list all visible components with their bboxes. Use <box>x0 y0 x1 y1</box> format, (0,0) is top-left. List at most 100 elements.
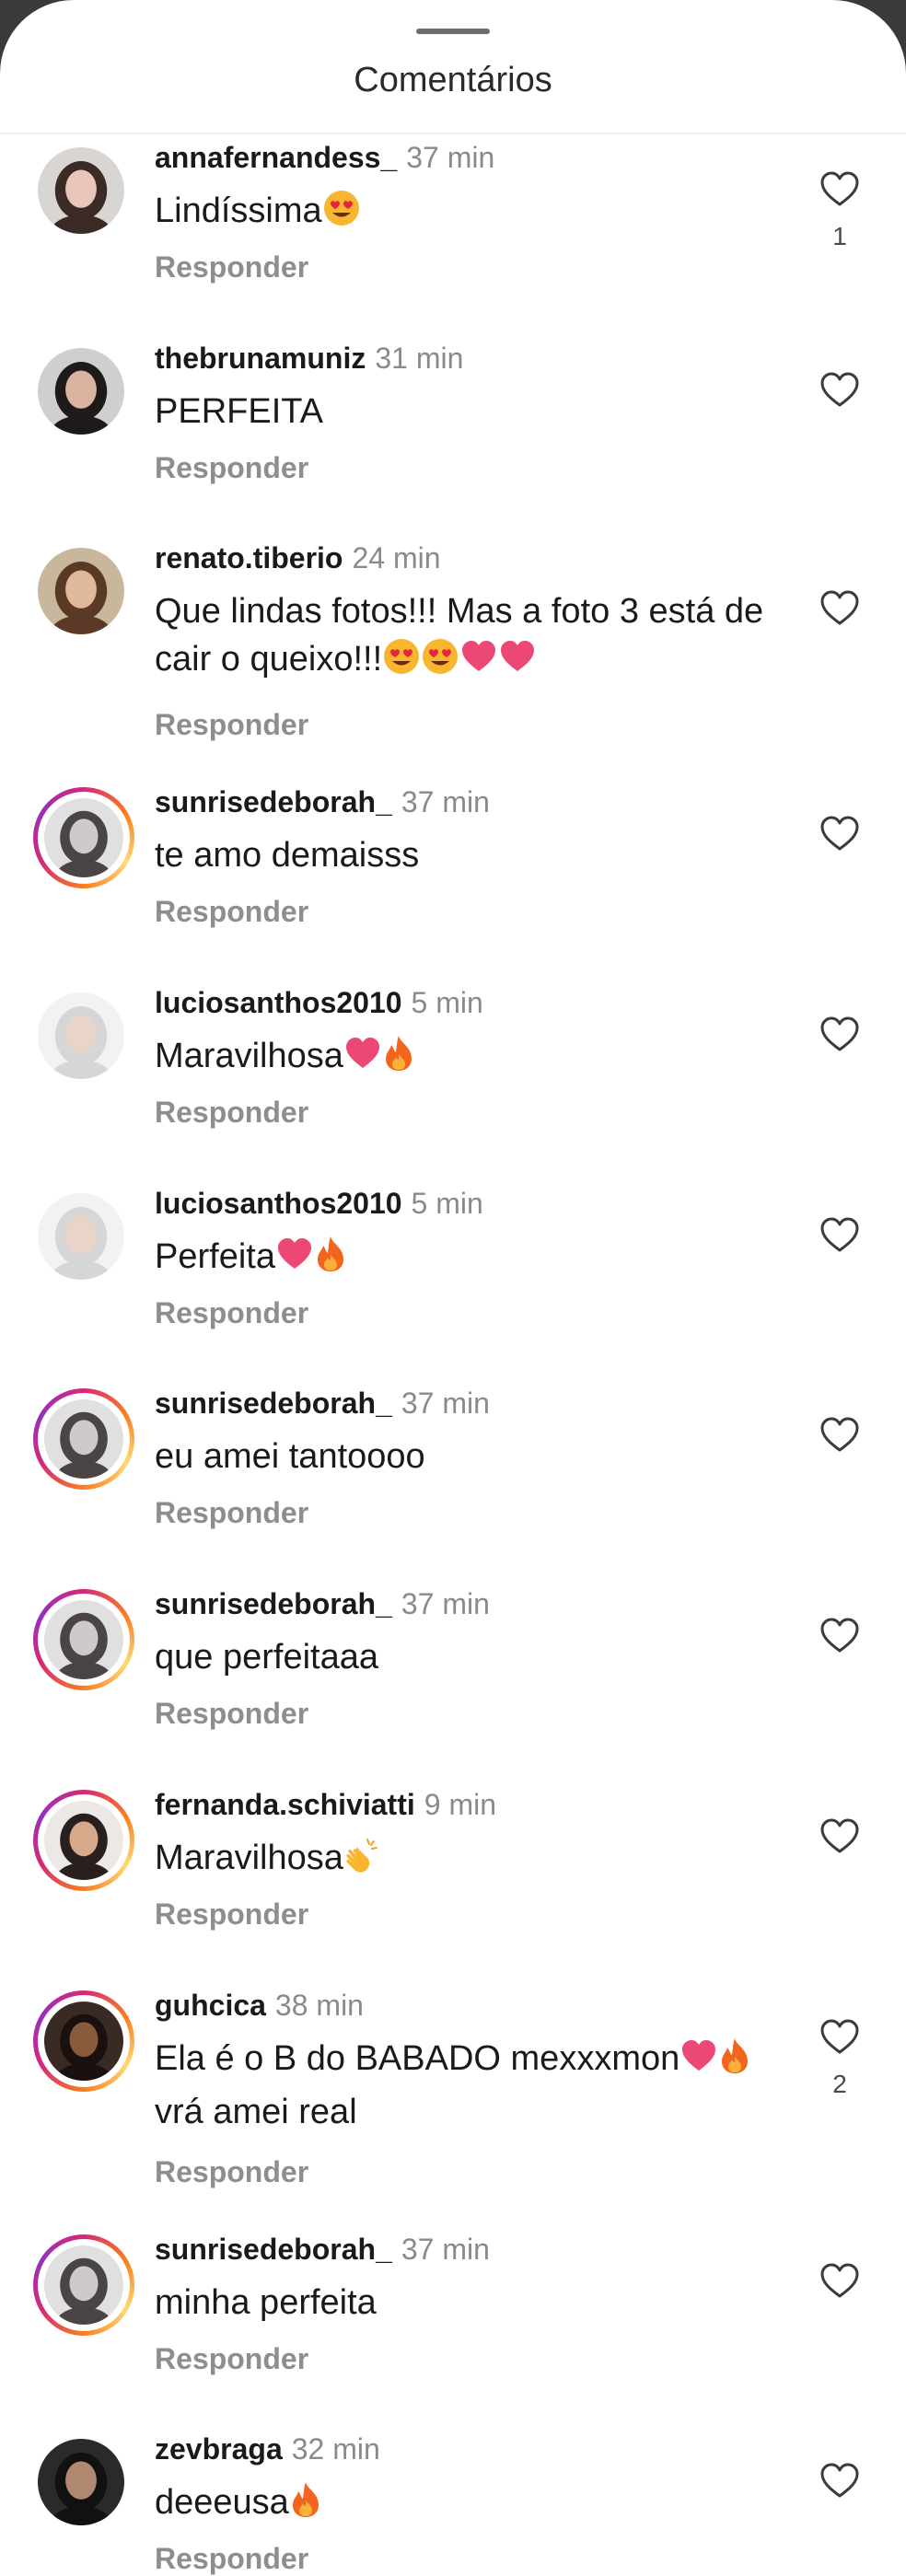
reply-button[interactable]: Responder <box>155 1496 308 1530</box>
comment-item: sunrisedeborah_ 37 min que perfeitaaa Respo… <box>0 1587 906 1773</box>
reply-button[interactable]: Responder <box>155 1897 308 1932</box>
like-heart-icon[interactable] <box>819 2262 860 2299</box>
like-heart-icon[interactable] <box>819 815 860 852</box>
reply-button[interactable]: Responder <box>155 451 308 485</box>
timestamp: 37 min <box>406 141 495 174</box>
timestamp: 37 min <box>401 2233 490 2266</box>
comment-text: minha perfeita <box>155 2279 790 2327</box>
username[interactable]: thebrunamuniz <box>155 342 366 375</box>
avatar-story-ring[interactable] <box>33 1589 134 1690</box>
like-heart-icon[interactable] <box>819 2462 860 2499</box>
avatar-story-ring[interactable] <box>33 787 134 888</box>
comment-body: te amo demaisss <box>155 836 420 875</box>
username[interactable]: renato.tiberio <box>155 541 343 574</box>
like-heart-icon[interactable] <box>819 1416 860 1453</box>
reply-button[interactable]: Responder <box>155 1096 308 1130</box>
comment-meta: luciosanthos2010 5 min <box>155 986 483 1020</box>
reply-button[interactable]: Responder <box>155 2542 308 2576</box>
avatar <box>44 1399 123 1479</box>
comment-body: PERFEITA <box>155 392 323 431</box>
reply-button[interactable]: Responder <box>155 2342 308 2376</box>
comment-body: Perfeita <box>155 1237 275 1276</box>
avatar <box>38 2439 124 2525</box>
timestamp: 5 min <box>411 1187 483 1220</box>
comment-meta: sunrisedeborah_ 37 min <box>155 785 490 819</box>
reply-button[interactable]: Responder <box>155 708 308 742</box>
comment-item: zevbraga 32 min deeeusa Responder <box>0 2432 906 2576</box>
comment-meta: zevbraga 32 min <box>155 2432 380 2466</box>
username[interactable]: annafernandess_ <box>155 141 397 174</box>
username[interactable]: sunrisedeborah_ <box>155 1387 392 1420</box>
like-heart-icon[interactable] <box>819 1015 860 1052</box>
comment-text: eu amei tantoooo <box>155 1433 790 1480</box>
avatar <box>44 1801 123 1880</box>
comment-item: sunrisedeborah_ 37 min eu amei tantoooo Res… <box>0 1387 906 1572</box>
avatar <box>38 548 124 634</box>
avatar-wrapper[interactable] <box>33 1189 134 1290</box>
drag-handle[interactable] <box>416 29 490 34</box>
fire-emoji <box>718 2036 751 2088</box>
pink-heart-emoji <box>498 637 537 689</box>
like-heart-icon[interactable] <box>819 1817 860 1854</box>
username[interactable]: zevbraga <box>155 2432 283 2466</box>
avatar-wrapper[interactable] <box>33 543 134 644</box>
avatar <box>44 2245 123 2325</box>
comment-meta: renato.tiberio 24 min <box>155 541 441 575</box>
comment-meta: sunrisedeborah_ 37 min <box>155 1387 490 1421</box>
comment-text: te amo demaisss <box>155 831 790 879</box>
fire-emoji <box>314 1235 347 1286</box>
reply-button[interactable]: Responder <box>155 2155 308 2189</box>
username[interactable]: fernanda.schiviatti <box>155 1788 415 1821</box>
avatar <box>38 147 124 234</box>
username[interactable]: luciosanthos2010 <box>155 1187 402 1220</box>
timestamp: 24 min <box>352 541 441 574</box>
like-heart-icon[interactable] <box>819 589 860 626</box>
avatar-wrapper[interactable] <box>33 988 134 1089</box>
comment-meta: guhcica 38 min <box>155 1989 364 2023</box>
like-heart-icon[interactable] <box>819 371 860 408</box>
avatar <box>38 348 124 435</box>
username[interactable]: guhcica <box>155 1989 266 2022</box>
comment-item: thebrunamuniz 31 min PERFEITA Responder <box>0 342 906 528</box>
username[interactable]: luciosanthos2010 <box>155 986 402 1019</box>
reply-button[interactable]: Responder <box>155 250 308 284</box>
reply-button[interactable]: Responder <box>155 895 308 929</box>
like-heart-icon[interactable] <box>819 170 860 207</box>
timestamp: 31 min <box>375 342 464 375</box>
header-divider <box>0 133 906 134</box>
avatar-story-ring[interactable] <box>33 1790 134 1891</box>
like-heart-icon[interactable] <box>819 1216 860 1253</box>
username[interactable]: sunrisedeborah_ <box>155 2233 392 2266</box>
comment-text: Ela é o B do BABADO mexxxmon vrá amei re… <box>155 2035 790 2131</box>
avatar-story-ring[interactable] <box>33 1990 134 2092</box>
like-heart-icon[interactable] <box>819 2018 860 2055</box>
reply-button[interactable]: Responder <box>155 1697 308 1731</box>
clapping-hands-emoji <box>343 1836 382 1887</box>
comment-body: que perfeitaaa <box>155 1638 378 1677</box>
avatar <box>44 1600 123 1679</box>
comment-body: Ela é o B do BABADO mexxxmon <box>155 2039 680 2078</box>
comment-item: luciosanthos2010 5 min Maravilhosa Responde… <box>0 986 906 1172</box>
username[interactable]: sunrisedeborah_ <box>155 1587 392 1620</box>
heart-eyes-emoji <box>382 637 421 689</box>
reply-button[interactable]: Responder <box>155 1296 308 1330</box>
comments-sheet: Comentários annafernandess_ 37 min Lindíss… <box>0 0 906 2576</box>
comment-text: deeeusa <box>155 2478 790 2526</box>
comment-body: eu amei tantoooo <box>155 1437 425 1476</box>
avatar-wrapper[interactable] <box>33 2434 134 2535</box>
comment-meta: fernanda.schiviatti 9 min <box>155 1788 496 1822</box>
pink-heart-emoji <box>459 637 498 689</box>
avatar-wrapper[interactable] <box>33 143 134 244</box>
comment-text: Lindíssima <box>155 187 790 235</box>
heart-eyes-emoji <box>322 189 361 240</box>
avatar <box>44 2002 123 2081</box>
avatar-story-ring[interactable] <box>33 1388 134 1490</box>
timestamp: 37 min <box>401 1387 490 1420</box>
avatar-wrapper[interactable] <box>33 343 134 445</box>
timestamp: 37 min <box>401 1587 490 1620</box>
avatar-story-ring[interactable] <box>33 2234 134 2336</box>
like-heart-icon[interactable] <box>819 1617 860 1654</box>
avatar <box>38 1193 124 1280</box>
pink-heart-emoji <box>275 1235 314 1286</box>
username[interactable]: sunrisedeborah_ <box>155 785 392 818</box>
